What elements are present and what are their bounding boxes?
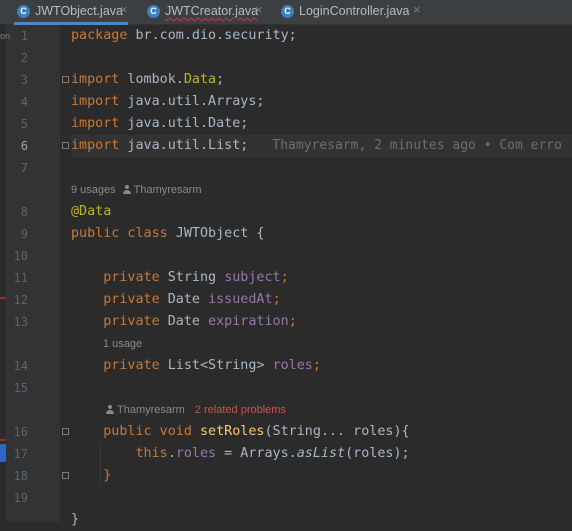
code-line[interactable]: this.roles = Arrays.asList(roles);	[71, 443, 572, 465]
line-number[interactable]: 17	[6, 443, 28, 465]
line-number[interactable]: 10	[6, 245, 28, 267]
line-number[interactable]: 7	[6, 157, 28, 179]
java-class-icon: C	[17, 5, 30, 18]
code-line[interactable]: public class JWTObject {	[71, 223, 572, 245]
line-number[interactable]: 2	[6, 47, 28, 69]
git-blame-annotation: Thamyresarm, 2 minutes ago • Com erro	[272, 138, 562, 153]
line-number[interactable]: 3	[6, 69, 28, 91]
code-line[interactable]: }	[71, 509, 572, 531]
line-number-current[interactable]: 6	[6, 135, 28, 157]
line-number[interactable]: 19	[6, 487, 28, 509]
close-icon[interactable]: ×	[413, 2, 421, 17]
tab-logincontroller[interactable]: C LoginController.java ×	[280, 0, 430, 24]
tab-jwtcreator[interactable]: C JWTCreator.java ×	[144, 0, 268, 24]
code-line[interactable]: import java.util.Date;	[71, 113, 572, 135]
line-number[interactable]: 11	[6, 267, 28, 289]
close-icon[interactable]: ×	[255, 2, 263, 17]
code-line[interactable]: import lombok.Data;	[71, 69, 572, 91]
codevision-hint[interactable]: 9 usages Thamyresarm	[71, 182, 202, 198]
code-line[interactable]: public void setRoles(String... roles){	[71, 421, 572, 443]
line-number[interactable]: 8	[6, 201, 28, 223]
codevision-hint[interactable]: Thamyresarm 2 related problems	[99, 402, 286, 418]
usages-hint[interactable]: 1 usage	[103, 338, 142, 350]
indent-guide	[100, 443, 101, 483]
fold-icon[interactable]	[62, 428, 69, 435]
code-line[interactable]: private String subject;	[71, 267, 572, 289]
line-number[interactable]: 18	[6, 465, 28, 487]
line-number[interactable]: 15	[6, 377, 28, 399]
close-icon[interactable]: ×	[120, 2, 128, 17]
code-line[interactable]: private List<String> roles;	[71, 355, 572, 377]
line-number[interactable]: 1	[6, 25, 28, 47]
code-line[interactable]: }	[71, 465, 572, 487]
editor-tab-bar: C JWTObject.java × C JWTCreator.java × C…	[0, 0, 572, 25]
line-number[interactable]: 16	[6, 421, 28, 443]
code-line[interactable]: private Date issuedAt;	[71, 289, 572, 311]
java-class-icon: C	[147, 5, 160, 18]
fold-end-icon[interactable]	[62, 472, 69, 479]
fold-icon[interactable]	[62, 142, 69, 149]
code-editor[interactable]: package br.com.dio.security; import lomb…	[71, 25, 572, 527]
code-line[interactable]: package br.com.dio.security;	[71, 25, 572, 47]
line-number[interactable]: 4	[6, 91, 28, 113]
tab-label: JWTObject.java	[35, 4, 123, 18]
code-line[interactable]: import java.util.Arrays;	[71, 91, 572, 113]
author-hint[interactable]: Thamyresarm	[117, 404, 185, 416]
related-problems-hint[interactable]: 2 related problems	[195, 404, 286, 416]
code-line[interactable]: @Data	[71, 201, 572, 223]
code-line[interactable]: private Date expiration;	[71, 311, 572, 333]
tab-label: JWTCreator.java	[165, 4, 259, 18]
java-class-icon: C	[281, 5, 294, 18]
user-icon	[122, 185, 131, 194]
codevision-hint[interactable]: 1 usage	[103, 336, 142, 352]
line-number[interactable]: 9	[6, 223, 28, 245]
author-hint[interactable]: Thamyresarm	[134, 184, 202, 196]
tab-jwtobject[interactable]: C JWTObject.java ×	[14, 0, 128, 25]
line-number[interactable]: 13	[6, 311, 28, 333]
line-number[interactable]: 14	[6, 355, 28, 377]
line-number[interactable]: 12	[6, 289, 28, 311]
usages-hint[interactable]: 9 usages	[71, 184, 116, 196]
user-icon	[106, 405, 114, 414]
fold-icon[interactable]	[62, 76, 69, 83]
line-number[interactable]: 5	[6, 113, 28, 135]
tab-label: LoginController.java	[299, 4, 410, 18]
code-line-current[interactable]: import java.util.List; Thamyresarm, 2 min…	[71, 135, 572, 157]
